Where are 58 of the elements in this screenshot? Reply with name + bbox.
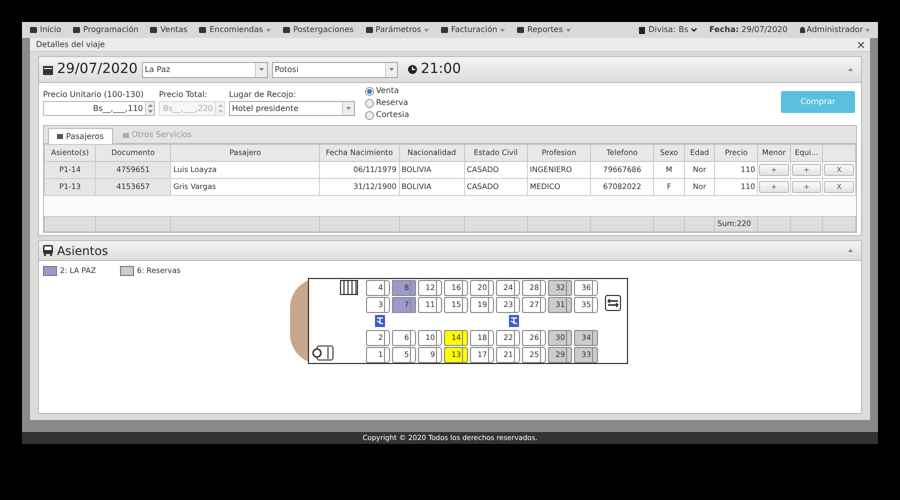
nav-item[interactable]: Facturación	[451, 24, 498, 36]
field-label: Precio Total:	[159, 89, 208, 101]
spinner-icon	[218, 104, 222, 113]
spinner-icon	[148, 104, 152, 113]
currency-select[interactable]: Bs	[678, 24, 688, 36]
radio-label: Cortesia	[376, 109, 410, 121]
menu-icon	[441, 27, 448, 33]
tv-icon	[509, 315, 519, 328]
tv-icon	[375, 315, 385, 328]
pickup-select[interactable]: Hotel presidente	[229, 101, 355, 116]
menu-icon	[366, 27, 373, 33]
menu-icon	[199, 27, 206, 33]
user-icon	[800, 27, 805, 33]
bus-icon	[43, 245, 53, 256]
radio-button[interactable]	[365, 86, 374, 96]
user-menu[interactable]: Administrador	[806, 24, 863, 36]
total-price-field: Bs__,___,220	[159, 101, 225, 116]
caret-icon	[388, 68, 394, 71]
tab[interactable]: Pasajeros	[48, 128, 113, 144]
calendar-icon	[43, 64, 53, 74]
currency-label: Divisa:	[648, 24, 676, 36]
trip-time: 21:00	[420, 60, 462, 79]
nav-item[interactable]: Parámetros	[376, 24, 422, 36]
menu-icon	[30, 27, 37, 33]
current-date: Fecha: 29/07/2020	[709, 24, 788, 36]
trip-date: 29/07/2020	[57, 60, 138, 79]
origin-select[interactable]: La Paz	[142, 62, 268, 78]
unit-price-field[interactable]: Bs__,___,110	[43, 101, 155, 116]
restroom-icon	[605, 295, 621, 312]
radio-button[interactable]	[365, 98, 374, 108]
caret-icon	[865, 28, 870, 32]
menu-icon	[517, 27, 524, 33]
caret-icon	[258, 68, 264, 71]
nav-item[interactable]: Reportes	[527, 24, 563, 36]
menu-icon	[73, 27, 80, 33]
panel-title: Asientos	[57, 242, 108, 260]
collapse-icon[interactable]	[848, 249, 853, 252]
steering-wheel-icon	[311, 345, 335, 362]
clock-icon	[408, 65, 417, 74]
radio-label: Venta	[376, 85, 399, 97]
field-label: Precio Unitario (100-130)	[43, 89, 145, 101]
nav-item[interactable]: Programación	[83, 24, 138, 36]
menu-icon	[283, 27, 290, 33]
field-label: Lugar de Recojo:	[229, 89, 297, 101]
nav-item[interactable]: Encomiendas	[209, 24, 264, 36]
nav-item[interactable]: Inicio	[40, 24, 62, 36]
collapse-icon[interactable]	[848, 68, 853, 71]
nav-item[interactable]: Postergaciones	[293, 24, 354, 36]
nav-item[interactable]: Ventas	[160, 24, 188, 36]
radio-label: Reserva	[376, 97, 408, 109]
radio-button[interactable]	[365, 110, 374, 120]
destination-select[interactable]: Potosi	[272, 62, 398, 78]
currency-icon	[639, 26, 646, 34]
close-icon[interactable]	[858, 42, 864, 48]
chevron-icon[interactable]	[691, 28, 698, 32]
dialog-title: Detalles del viaje	[36, 38, 105, 50]
menu-icon	[150, 27, 158, 33]
caret-icon	[346, 107, 351, 110]
